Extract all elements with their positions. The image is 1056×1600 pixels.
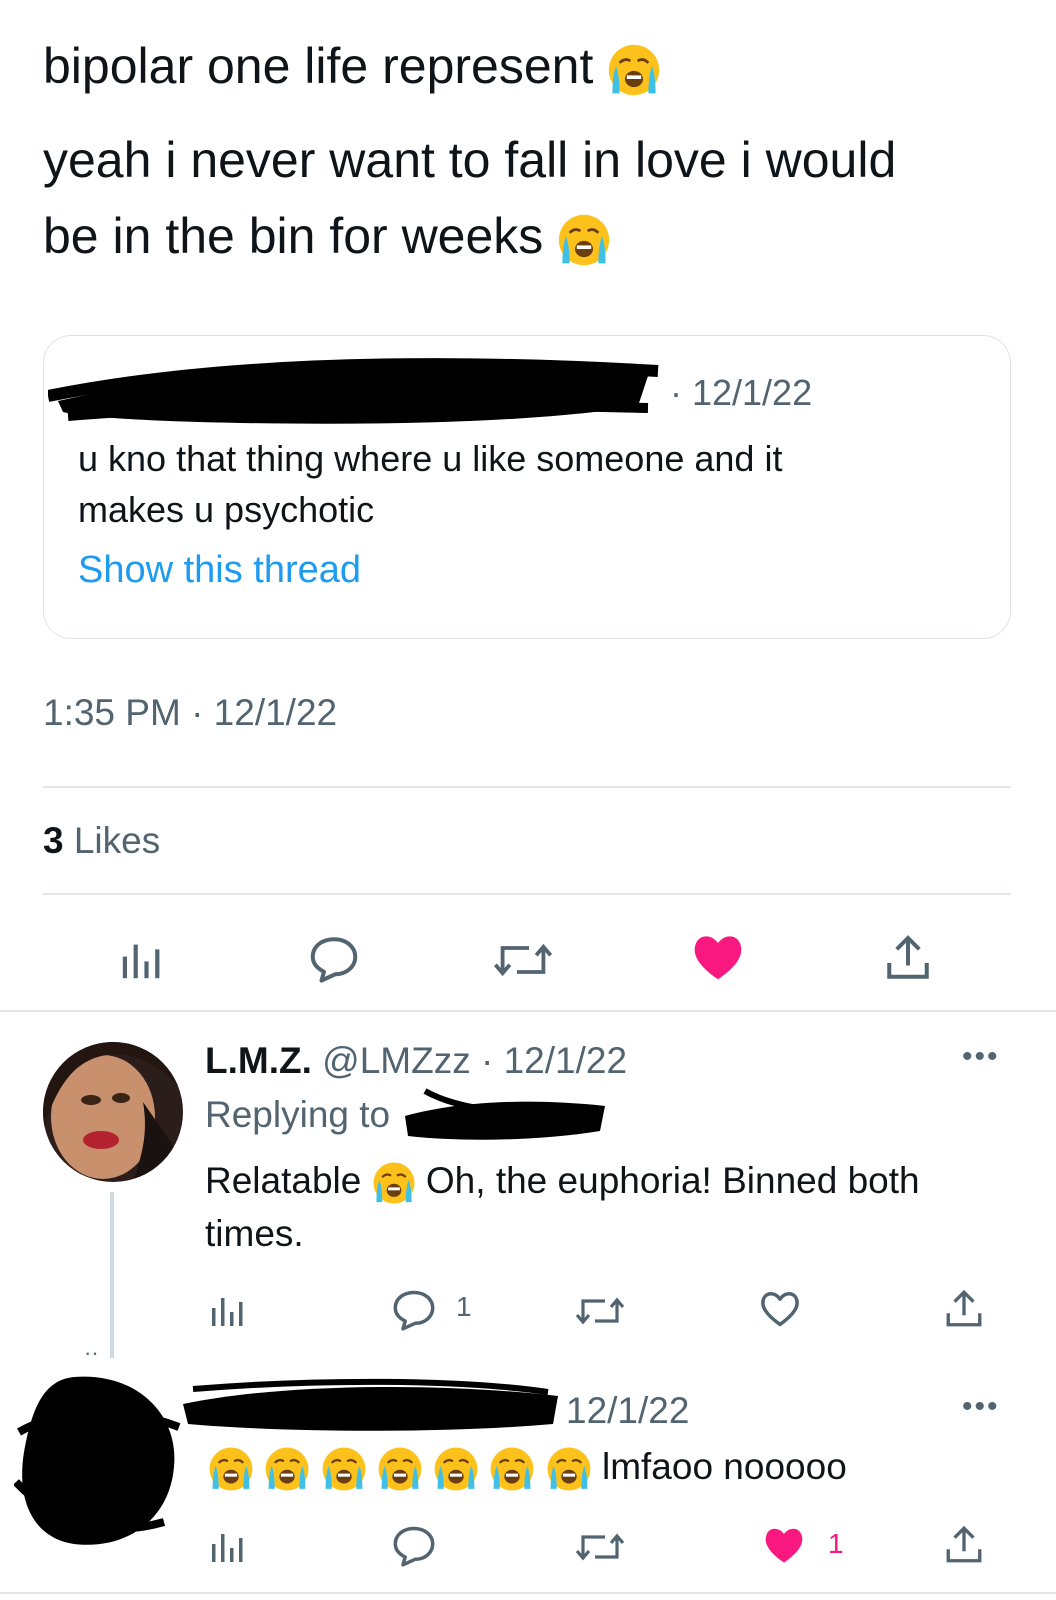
quoted-tweet-text-line-1: u kno that thing where u like someone an… — [78, 438, 783, 479]
tweet-timestamp[interactable]: 1:35 PM · 12/1/22 — [43, 692, 337, 734]
reply1-display-name[interactable]: L.M.Z. — [205, 1040, 312, 1081]
reply1-handle-date[interactable]: @LMZzz · 12/1/22 — [322, 1040, 627, 1081]
redacted-avatar-scribble — [14, 1376, 181, 1545]
like-filled-icon[interactable] — [762, 1523, 806, 1567]
thread-connector — [110, 1192, 114, 1358]
retweet-icon[interactable] — [574, 1527, 626, 1567]
thread-dots: ·· — [84, 1340, 99, 1365]
crying-face-icon — [377, 1446, 423, 1492]
analytics-icon[interactable] — [118, 935, 166, 983]
redacted-username-scribble — [405, 1088, 605, 1140]
crying-face-icon — [546, 1446, 592, 1492]
redacted-author-scribble — [48, 358, 659, 424]
crying-face-icon — [433, 1446, 479, 1492]
reply2-date[interactable]: 12/1/22 — [566, 1390, 689, 1432]
reply1-text-line-2: times. — [205, 1213, 304, 1254]
crying-face-icon — [264, 1446, 310, 1492]
crying-face-icon — [489, 1446, 535, 1492]
retweet-icon[interactable] — [492, 936, 554, 984]
like-icon[interactable] — [758, 1287, 802, 1331]
analytics-icon[interactable] — [208, 1290, 248, 1330]
reply-icon[interactable] — [392, 1523, 436, 1567]
divider — [0, 1592, 1056, 1594]
crying-face-icon — [321, 1446, 367, 1492]
share-icon[interactable] — [943, 1524, 985, 1566]
like-filled-icon[interactable] — [690, 929, 746, 985]
reply1-text: Relatable Oh, the euphoria! Binned both — [205, 1160, 920, 1205]
reply1-reply-count: 1 — [456, 1291, 472, 1322]
likes-summary[interactable]: 3 Likes — [43, 820, 160, 862]
reply-icon[interactable] — [309, 933, 359, 983]
crying-face-icon — [372, 1161, 416, 1205]
retweet-icon[interactable] — [574, 1291, 626, 1331]
crying-face-icon — [208, 1446, 254, 1492]
tweet-text-line-2: yeah i never want to fall in love i woul… — [43, 132, 897, 188]
quoted-tweet-text-line-2: makes u psychotic — [78, 489, 375, 530]
replying-to: Replying to — [205, 1094, 391, 1135]
likes-count: 3 — [43, 820, 64, 861]
avatar[interactable] — [43, 1042, 183, 1182]
tweet-text-line-1: bipolar one life represent — [43, 28, 661, 104]
more-options-icon[interactable]: ••• — [962, 1390, 1000, 1424]
reply2-text: lmfaoo nooooo — [208, 1446, 847, 1492]
likes-label: Likes — [73, 820, 161, 861]
crying-face-icon — [607, 43, 661, 97]
reply2-like-count: 1 — [828, 1528, 844, 1559]
share-icon[interactable] — [883, 933, 933, 983]
more-options-icon[interactable]: ••• — [962, 1040, 1000, 1074]
redacted-author-scribble — [183, 1378, 558, 1431]
divider — [43, 786, 1011, 788]
tweet-text-line-3: be in the bin for weeks — [43, 198, 611, 274]
reply1-header: L.M.Z. @LMZzz · 12/1/22 — [205, 1040, 627, 1082]
divider — [43, 893, 1011, 895]
share-icon[interactable] — [943, 1288, 985, 1330]
analytics-icon[interactable] — [208, 1526, 248, 1566]
reply-icon[interactable] — [392, 1287, 436, 1331]
divider — [0, 1010, 1056, 1012]
quoted-tweet-card[interactable]: · 12/1/22 u kno that thing where u like … — [43, 335, 1011, 639]
crying-face-icon — [557, 213, 611, 267]
quoted-tweet-date: · 12/1/22 — [670, 372, 813, 413]
show-thread-link[interactable]: Show this thread — [78, 549, 361, 592]
